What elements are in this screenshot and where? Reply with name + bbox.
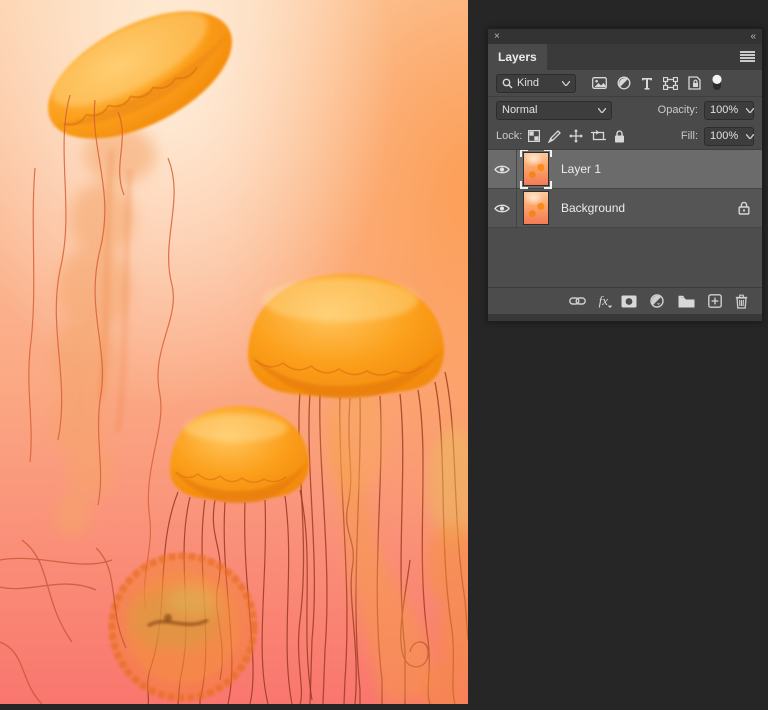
lock-icons — [528, 129, 625, 143]
lock-row: Lock: Fill: 100% — [488, 123, 762, 149]
layer-lock-icon[interactable] — [738, 201, 750, 215]
opacity-input[interactable]: 100% — [704, 100, 755, 120]
filter-row: Kind — [488, 70, 762, 96]
close-icon[interactable]: × — [494, 31, 500, 42]
opacity-value: 100% — [710, 104, 739, 116]
type-layer-filter-icon[interactable] — [641, 77, 653, 90]
adjustment-layer-filter-icon[interactable] — [617, 76, 631, 90]
selection-brackets — [520, 181, 528, 189]
kind-filter-select[interactable]: Kind — [496, 73, 576, 93]
layer-row-layer-1[interactable]: Layer 1 — [488, 150, 762, 189]
adjustment-layer-icon[interactable] — [650, 293, 665, 309]
panel-resize-strip[interactable] — [488, 314, 762, 321]
lock-label: Lock: — [496, 130, 523, 142]
chevron-down-icon — [562, 80, 570, 86]
layers-list: Layer 1 Background — [488, 149, 762, 287]
link-layers-icon[interactable] — [568, 296, 586, 306]
pixel-layer-filter-icon[interactable] — [592, 77, 607, 89]
lock-all-icon[interactable] — [614, 129, 625, 143]
opacity-label: Opacity: — [657, 104, 698, 116]
blend-mode-select[interactable]: Normal — [496, 100, 612, 120]
lock-transparency-icon[interactable] — [528, 130, 541, 142]
panel-tab-bar: Layers — [488, 44, 762, 70]
panel-title-bar: × « — [488, 29, 762, 44]
layer-mask-icon[interactable] — [621, 295, 637, 308]
eye-icon — [494, 204, 510, 212]
tab-layers-label: Layers — [498, 50, 537, 64]
layer-thumbnail[interactable] — [523, 191, 549, 225]
panel-footer-toolbar: fx — [488, 287, 762, 314]
chevron-down-icon — [746, 107, 755, 113]
new-layer-icon[interactable] — [708, 294, 722, 308]
chevron-down-icon — [746, 133, 755, 139]
search-icon — [502, 78, 513, 88]
visibility-toggle[interactable] — [488, 150, 517, 188]
layer-thumbnail[interactable] — [520, 150, 552, 189]
fill-input[interactable]: 100% — [704, 126, 755, 146]
blend-row: Normal Opacity: 100% — [488, 97, 762, 123]
visibility-toggle[interactable] — [488, 189, 517, 227]
smart-object-filter-icon[interactable] — [688, 76, 701, 90]
canvas-image[interactable] — [0, 0, 468, 704]
layers-panel: × « Layers Kind Normal Opacity: 100% Loc… — [487, 28, 763, 322]
selection-brackets — [544, 150, 552, 157]
selection-brackets — [520, 150, 528, 157]
kind-filter-label: Kind — [517, 77, 540, 89]
chevron-down-icon — [598, 107, 606, 113]
fill-value: 100% — [710, 130, 739, 142]
selection-brackets — [544, 181, 552, 189]
layer-row-background[interactable]: Background — [488, 189, 762, 228]
eye-icon — [494, 165, 510, 173]
tab-layers[interactable]: Layers — [488, 44, 547, 70]
shape-layer-filter-icon[interactable] — [663, 76, 678, 90]
lock-artboard-icon[interactable] — [591, 130, 607, 142]
delete-layer-icon[interactable] — [735, 294, 748, 309]
layer-style-icon[interactable]: fx — [599, 293, 608, 309]
fill-label: Fill: — [680, 130, 698, 142]
layer-filter-icons — [592, 74, 723, 92]
lock-position-icon[interactable] — [569, 129, 584, 143]
layer-name[interactable]: Layer 1 — [561, 162, 762, 176]
layer-name[interactable]: Background — [561, 201, 738, 215]
lock-pixels-icon[interactable] — [548, 129, 562, 143]
blend-mode-value: Normal — [502, 104, 538, 116]
filter-toggle[interactable] — [711, 74, 723, 92]
panel-menu-icon[interactable] — [740, 51, 755, 62]
collapse-panel-icon[interactable]: « — [750, 31, 756, 42]
new-group-icon[interactable] — [678, 295, 695, 308]
